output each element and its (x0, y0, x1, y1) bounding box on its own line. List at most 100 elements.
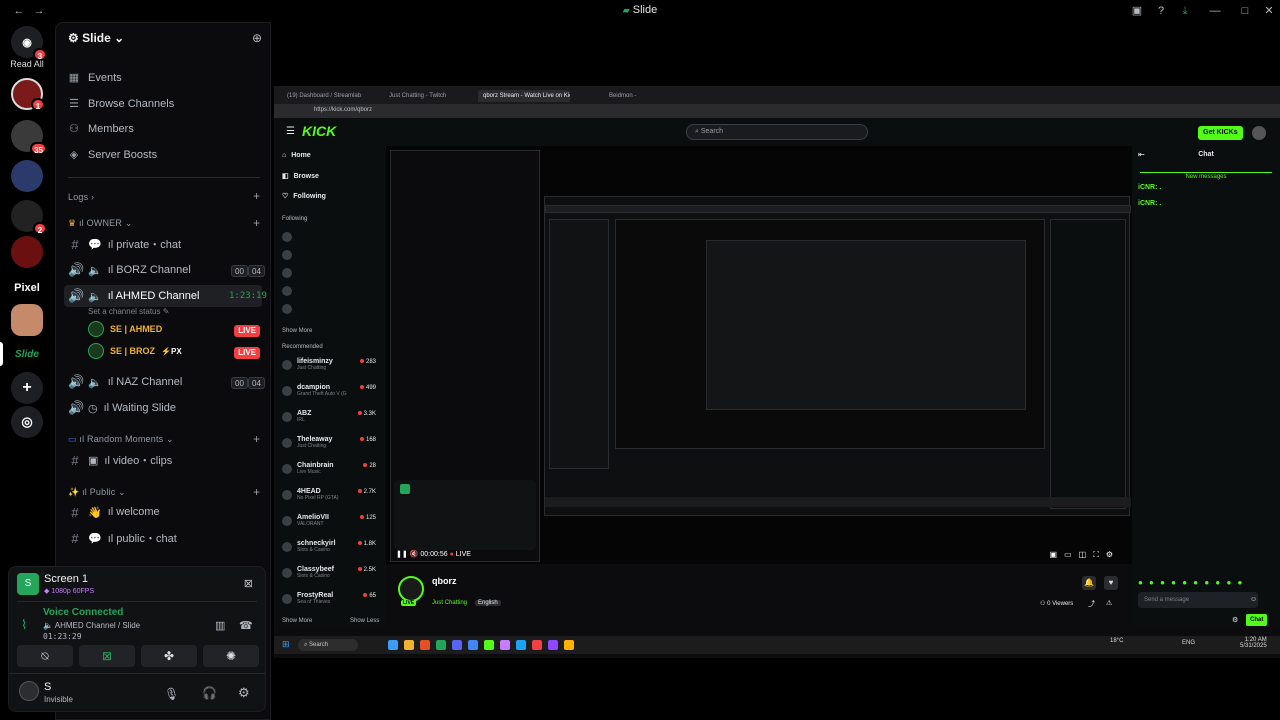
chat-settings-icon[interactable]: ⚙ (1232, 616, 1238, 624)
channel-video-clips[interactable]: # ▣ ıl video・clips (64, 449, 262, 471)
streamer-name[interactable]: qborz (432, 576, 457, 586)
show-more-link[interactable]: Show More (282, 618, 312, 624)
share-icon[interactable]: ⤴ (1088, 599, 1095, 609)
server-icon-7[interactable] (11, 304, 43, 336)
add-channel-icon[interactable]: + (253, 216, 260, 230)
channel-waiting[interactable]: 🔊 ◷ ıl Waiting Slide (64, 397, 262, 419)
voice-user-ahmed[interactable]: SE | AHMED (88, 321, 162, 337)
nav-browse[interactable]: ◧ Browse (282, 172, 319, 181)
address-bar[interactable]: https://kick.com/qborz (274, 104, 1280, 118)
discover-icon[interactable]: ◎ (11, 406, 43, 438)
add-channel-icon[interactable]: + (253, 189, 260, 203)
clip-icon[interactable]: ▣ (1050, 550, 1065, 559)
screen-share-button[interactable]: ⊠ (79, 645, 135, 667)
taskbar-app-icon[interactable] (436, 640, 446, 650)
browser-tab[interactable]: (19) Dashboard / Streamlab (282, 90, 372, 102)
pause-icon[interactable]: ❚❚ (396, 551, 408, 558)
recommended-channel[interactable]: Chainbrain Live Music (282, 462, 334, 475)
recommended-channel[interactable]: schneckyirl Slots & Casino (282, 540, 336, 553)
emoji-icon[interactable]: ☺ (1250, 596, 1257, 603)
server-icon-1[interactable]: 1 (11, 78, 45, 111)
taskbar-app-icon[interactable] (548, 640, 558, 650)
voice-user-broz[interactable]: SE | BROZ ⚡PX (88, 343, 182, 359)
help-icon[interactable]: ? (1154, 4, 1168, 18)
settings-gear-icon[interactable]: ⚙ (238, 685, 250, 701)
recommended-channel[interactable]: AmelioVII VALORANT (282, 514, 329, 527)
channel-status-prompt[interactable]: Set a channel status ✎ (88, 307, 169, 316)
weather[interactable]: 18°C (1110, 638, 1123, 644)
chat-send-button[interactable]: Chat (1246, 614, 1268, 626)
recommended-channel[interactable]: ABZ IRL (282, 410, 311, 423)
get-kicks-button[interactable]: Get KICKs (1198, 126, 1243, 140)
headphones-icon[interactable]: 🎧 (202, 686, 217, 700)
server-pixel[interactable]: Pixel (11, 272, 43, 304)
taskbar-app-icon[interactable] (564, 640, 574, 650)
server-folder-icon[interactable]: 35 (11, 120, 47, 155)
disconnect-icon[interactable]: ☎ (239, 619, 253, 632)
theater-icon[interactable]: ▭ (1064, 550, 1079, 559)
channel-welcome[interactable]: # 👋 ıl welcome (64, 501, 262, 523)
volume-icon[interactable]: 🔇 (410, 551, 419, 558)
taskbar-app-icon[interactable] (404, 640, 414, 650)
soundboard-button[interactable]: ✺ (203, 645, 259, 667)
stream-category[interactable]: Just Chatting (432, 600, 467, 606)
voice-status[interactable]: Voice Connected (43, 607, 123, 618)
noise-suppression-icon[interactable]: ▥ (215, 619, 225, 632)
emote-bar[interactable]: ● ● ● ● ● ● ● ● ● ● (1138, 578, 1244, 587)
taskbar-app-icon[interactable] (452, 640, 462, 650)
recommended-channel[interactable]: lifeisminzy Just Chatting (282, 358, 333, 371)
add-server-icon[interactable]: + (11, 372, 43, 404)
inbox-icon[interactable]: ▣ (1130, 4, 1144, 18)
category-random-moments[interactable]: ▭ ıl Random Moments ⌄ (68, 434, 174, 445)
server-icon-4[interactable]: 2 (11, 200, 47, 235)
notification-bell-icon[interactable]: 🔔 (1082, 576, 1096, 590)
taskbar-app-icon[interactable] (500, 640, 510, 650)
follow-heart-icon[interactable]: ♥ (1104, 576, 1118, 590)
taskbar-app-icon[interactable] (388, 640, 398, 650)
input-language[interactable]: ENG (1182, 640, 1195, 646)
camera-off-button[interactable]: ⍉ (17, 645, 73, 667)
show-more-link[interactable]: Show More (282, 328, 312, 334)
recommended-channel[interactable]: FrostyReal Sea of Thieves (282, 592, 333, 605)
discord-home-icon[interactable]: ◉ 3 (11, 26, 47, 61)
add-channel-icon[interactable]: + (253, 432, 260, 446)
taskbar-app-icon[interactable] (532, 640, 542, 650)
video-controls[interactable]: ❚❚ 🔇 00:00:56 ● LIVE (396, 550, 471, 558)
server-slide[interactable]: Slide (11, 338, 43, 370)
microphone-icon[interactable]: 🎙 (164, 687, 179, 701)
browser-tab[interactable]: Beidmon - (604, 90, 674, 102)
windows-start-icon[interactable]: ⊞ (282, 639, 290, 650)
channel-public-chat[interactable]: # 💬 ıl public・chat (64, 527, 262, 549)
taskbar-app-icon[interactable] (420, 640, 430, 650)
recommended-channel[interactable]: Theleaway Just Chatting (282, 436, 332, 449)
menu-events[interactable]: ▦ Events (68, 71, 122, 85)
language-tag[interactable]: English (475, 600, 501, 606)
server-header[interactable]: ⚙ Slide ⌄ (68, 31, 124, 45)
server-icon-3[interactable] (11, 160, 43, 192)
streamer-avatar[interactable] (398, 576, 424, 602)
avatar[interactable] (19, 681, 39, 701)
nav-following[interactable]: ♡ Following (282, 192, 326, 201)
recommended-channel[interactable]: Classybeef Slots & Casino (282, 566, 334, 579)
stream-video[interactable]: ❚❚ 🔇 00:00:56 ● LIVE ▣▭◫⛶⚙ (386, 146, 1132, 564)
add-member-icon[interactable]: ⊕ (252, 31, 262, 45)
stream-view[interactable]: (19) Dashboard / Streamlab Just Chatting… (274, 86, 1280, 658)
taskbar-app-icon[interactable] (468, 640, 478, 650)
add-channel-icon[interactable]: + (253, 485, 260, 499)
browser-tab-active[interactable]: qborz Stream - Watch Live on Kick (478, 90, 570, 102)
read-all-label[interactable]: Read All (6, 59, 48, 69)
settings-gear-icon[interactable]: ⚙ (1106, 550, 1120, 559)
taskbar-search[interactable]: ⌕ Search (298, 639, 358, 651)
menu-browse-channels[interactable]: ☰ Browse Channels (68, 97, 174, 111)
browser-tab[interactable]: Just Chatting - Twitch (384, 90, 474, 102)
menu-server-boosts[interactable]: ◈ Server Boosts (68, 148, 157, 162)
report-icon[interactable]: ⚠ (1106, 599, 1112, 607)
maximize-icon[interactable]: □ (1238, 4, 1252, 18)
kick-logo[interactable]: KICK (302, 123, 336, 139)
avatar[interactable] (1252, 126, 1266, 140)
category-owner[interactable]: ♛ ıl OWNER ⌄ (68, 218, 133, 229)
taskbar-app-icon[interactable] (516, 640, 526, 650)
nav-home[interactable]: ⌂ Home (282, 152, 311, 159)
close-icon[interactable]: ✕ (1262, 4, 1276, 18)
menu-members[interactable]: ⚇ Members (68, 122, 134, 136)
